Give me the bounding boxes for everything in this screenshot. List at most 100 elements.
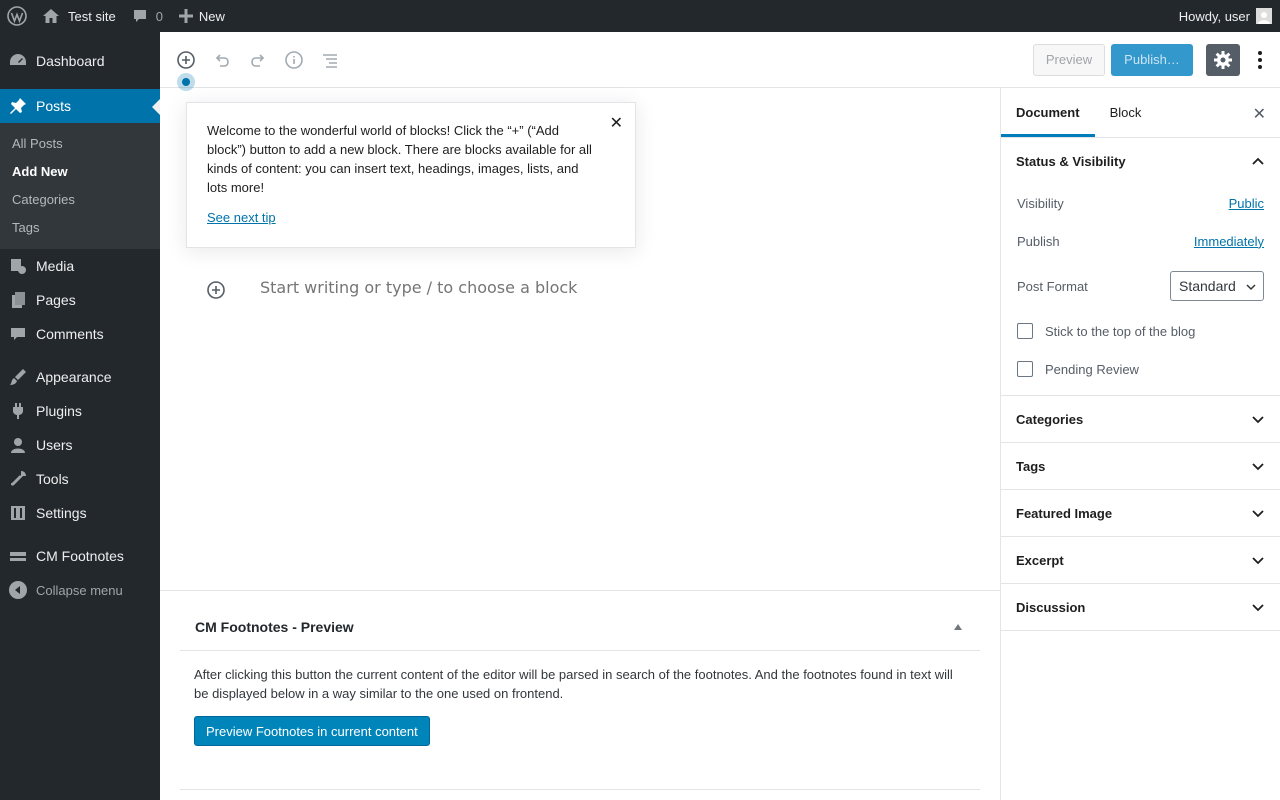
menu-item-posts[interactable]: Posts — [0, 89, 160, 123]
post-format-select[interactable]: Standard — [1170, 271, 1264, 301]
panel-excerpt[interactable]: Excerpt — [1001, 537, 1280, 584]
panel-categories[interactable]: Categories — [1001, 396, 1280, 443]
panel-featured-image[interactable]: Featured Image — [1001, 490, 1280, 537]
pages-icon — [8, 290, 28, 310]
collapse-menu-button[interactable]: Collapse menu — [0, 573, 160, 607]
publish-date-link[interactable]: Immediately — [1194, 234, 1264, 249]
menu-label-settings: Settings — [36, 505, 87, 521]
menu-item-appearance[interactable]: Appearance — [0, 360, 160, 394]
preview-footnotes-button[interactable]: Preview Footnotes in current content — [194, 716, 430, 746]
cm-footnotes-metabox: CM Footnotes - Preview After clicking th… — [180, 603, 980, 790]
metabox-area: CM Footnotes - Preview After clicking th… — [160, 590, 1000, 800]
metabox-title: CM Footnotes - Preview — [195, 618, 354, 635]
sticky-checkbox[interactable] — [1017, 323, 1033, 339]
panel-status-visibility: Status & Visibility Visibility Public Pu… — [1001, 138, 1280, 396]
users-icon — [8, 435, 28, 455]
metabox-header[interactable]: CM Footnotes - Preview — [180, 603, 980, 651]
settings-button[interactable] — [1206, 43, 1240, 76]
submenu-add-new[interactable]: Add New — [0, 158, 160, 186]
menu-label-users: Users — [36, 437, 73, 453]
chevron-down-icon — [1252, 510, 1264, 518]
sticky-label: Stick to the top of the blog — [1045, 323, 1196, 339]
media-icon — [8, 256, 28, 276]
undo-button[interactable] — [204, 42, 240, 78]
menu-item-comments[interactable]: Comments — [0, 317, 160, 351]
visibility-link[interactable]: Public — [1229, 196, 1264, 211]
more-options-button[interactable] — [1248, 44, 1272, 76]
menu-label-cm-footnotes: CM Footnotes — [36, 548, 124, 564]
metabox-description: After clicking this button the current c… — [194, 667, 953, 701]
submenu-categories[interactable]: Categories — [0, 186, 160, 214]
chevron-up-icon — [1252, 157, 1264, 165]
wordpress-logo-icon[interactable] — [0, 0, 34, 32]
visibility-label: Visibility — [1017, 195, 1064, 211]
howdy-text: Howdy, user — [1178, 8, 1250, 24]
pending-review-label: Pending Review — [1045, 361, 1139, 377]
submenu-all-posts[interactable]: All Posts — [0, 130, 160, 158]
chevron-down-icon — [1252, 604, 1264, 612]
menu-item-cm-footnotes[interactable]: CM Footnotes — [0, 539, 160, 573]
menu-label-collapse: Collapse menu — [36, 582, 123, 598]
comment-icon — [132, 8, 148, 24]
tip-indicator-dot[interactable] — [177, 73, 195, 91]
comments-link[interactable]: 0 — [124, 0, 171, 32]
tab-block[interactable]: Block — [1095, 88, 1157, 137]
block-placeholder[interactable]: Start writing or type / to choose a bloc… — [260, 278, 577, 297]
preview-button[interactable]: Preview — [1033, 43, 1105, 76]
home-icon — [42, 8, 60, 24]
menu-item-settings[interactable]: Settings — [0, 496, 160, 530]
tab-document[interactable]: Document — [1001, 88, 1095, 137]
panel-title-categories: Categories — [1016, 411, 1084, 427]
chevron-down-icon — [1252, 416, 1264, 424]
settings-sliders-icon — [8, 503, 28, 523]
block-navigation-button[interactable] — [312, 42, 348, 78]
info-icon — [285, 50, 303, 69]
dashboard-icon — [8, 51, 28, 71]
chevron-down-icon — [1252, 463, 1264, 471]
collapse-arrow-icon — [9, 581, 27, 599]
pushpin-icon — [8, 96, 28, 116]
avatar — [1256, 8, 1272, 24]
new-content-link[interactable]: New — [171, 0, 233, 32]
panel-discussion[interactable]: Discussion — [1001, 584, 1280, 631]
admin-bar: Test site 0 New Howdy, user — [0, 0, 1280, 32]
panel-title-status: Status & Visibility — [1016, 153, 1126, 169]
menu-item-tools[interactable]: Tools — [0, 462, 160, 496]
post-format-value: Standard — [1179, 278, 1236, 294]
see-next-tip-link[interactable]: See next tip — [207, 210, 276, 225]
menu-label-pages: Pages — [36, 292, 76, 308]
collapse-arrow-icon[interactable] — [954, 623, 962, 630]
panel-tags[interactable]: Tags — [1001, 443, 1280, 490]
menu-label-appearance: Appearance — [36, 369, 112, 385]
new-label: New — [198, 8, 225, 24]
publish-button[interactable]: Publish… — [1111, 43, 1193, 76]
posts-submenu: All Posts Add New Categories Tags — [0, 123, 160, 249]
account-menu[interactable]: Howdy, user — [1171, 0, 1280, 32]
submenu-tags[interactable]: Tags — [0, 214, 160, 242]
plus-circle-icon — [207, 281, 225, 299]
menu-item-media[interactable]: Media — [0, 249, 160, 283]
content-info-button[interactable] — [276, 42, 312, 78]
pending-review-checkbox[interactable] — [1017, 361, 1033, 377]
gear-icon — [1214, 50, 1232, 69]
tip-close-icon[interactable]: ✕ — [610, 113, 623, 133]
footnotes-icon — [8, 546, 28, 566]
site-name: Test site — [68, 8, 116, 24]
redo-button[interactable] — [240, 42, 276, 78]
site-name-link[interactable]: Test site — [34, 0, 124, 32]
sticky-option: Stick to the top of the blog — [1001, 312, 1280, 350]
post-format-label: Post Format — [1017, 278, 1088, 294]
panel-header-status[interactable]: Status & Visibility — [1001, 138, 1280, 184]
welcome-tip-popover: Welcome to the wonderful world of blocks… — [186, 102, 636, 248]
chevron-down-icon — [1252, 557, 1264, 565]
undo-icon — [215, 53, 229, 67]
more-vertical-icon — [1258, 50, 1262, 69]
menu-item-pages[interactable]: Pages — [0, 283, 160, 317]
block-inserter-button[interactable] — [205, 279, 227, 301]
sidebar-close-icon[interactable]: ✕ — [1253, 104, 1266, 124]
tip-text: Welcome to the wonderful world of blocks… — [207, 123, 592, 195]
menu-item-plugins[interactable]: Plugins — [0, 394, 160, 428]
menu-item-users[interactable]: Users — [0, 428, 160, 462]
menu-item-dashboard[interactable]: Dashboard — [0, 44, 160, 78]
panel-title-featured-image: Featured Image — [1016, 505, 1113, 521]
